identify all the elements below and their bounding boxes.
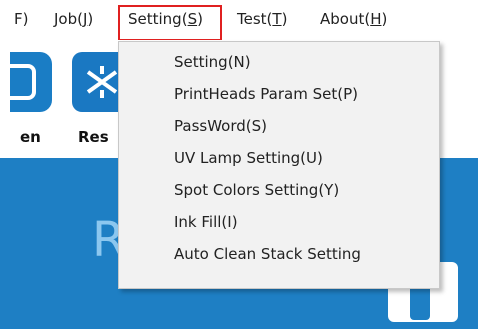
menu-test-close: ) <box>281 10 288 28</box>
menu-job-label: Job( <box>54 10 83 28</box>
menu-about[interactable]: About(H) <box>320 9 387 29</box>
menu-item-label: PrintHeads Param Set(P) <box>174 85 358 103</box>
menu-job[interactable]: Job(J) <box>54 9 93 29</box>
menu-item-ink-fill[interactable]: Ink Fill(I) <box>119 208 439 238</box>
menu-item-label: Auto Clean Stack Setting <box>174 245 361 263</box>
menu-item-spot-colors-setting[interactable]: Spot Colors Setting(Y) <box>119 176 439 206</box>
menu-about-label: About( <box>320 10 371 28</box>
menu-test-key: T <box>272 10 282 28</box>
toolbar-label-reset: Res <box>78 128 109 146</box>
open-icon-glyph <box>10 64 36 100</box>
menu-item-uv-lamp-setting[interactable]: UV Lamp Setting(U) <box>119 144 439 174</box>
menu-item-label: Spot Colors Setting(Y) <box>174 181 340 199</box>
menu-item-password[interactable]: PassWord(S) <box>119 112 439 142</box>
menu-item-label: PassWord(S) <box>174 117 267 135</box>
menu-job-close: ) <box>87 10 94 28</box>
menu-about-close: ) <box>381 10 388 28</box>
menu-file-label: F) <box>14 10 29 28</box>
setting-dropdown-menu: Setting(N) PrintHeads Param Set(P) PassW… <box>118 41 440 289</box>
menu-file[interactable]: F) <box>14 9 28 29</box>
menu-item-setting[interactable]: Setting(N) <box>119 48 439 78</box>
menu-item-label: Setting(N) <box>174 53 251 71</box>
menu-item-printheads-param-set[interactable]: PrintHeads Param Set(P) <box>119 80 439 110</box>
menu-test-label: Test( <box>237 10 273 28</box>
menu-test[interactable]: Test(T) <box>237 9 287 29</box>
setting-highlight-box <box>118 5 222 41</box>
menu-item-label: Ink Fill(I) <box>174 213 238 231</box>
menu-item-auto-clean-stack-setting[interactable]: Auto Clean Stack Setting <box>119 240 439 270</box>
menu-bar: F) Job(J) Setting(S) Test(T) About(H) <box>0 0 478 38</box>
menu-about-key: H <box>370 10 382 28</box>
toolbar-label-open: en <box>20 128 41 146</box>
menu-item-label: UV Lamp Setting(U) <box>174 149 323 167</box>
